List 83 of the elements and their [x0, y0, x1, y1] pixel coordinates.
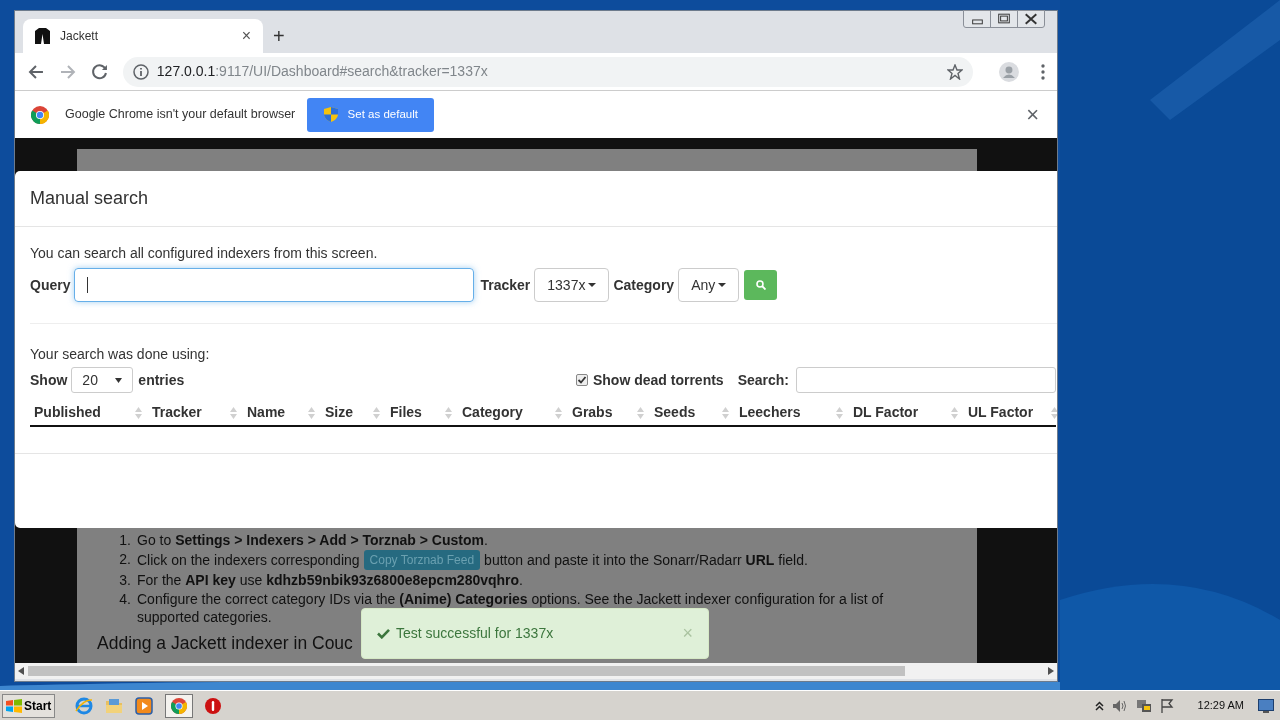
- sort-icon: [308, 406, 315, 419]
- sort-icon: [230, 406, 237, 419]
- reload-icon[interactable]: [90, 62, 109, 81]
- column-header[interactable]: Category: [458, 400, 568, 425]
- show-desktop-icon[interactable]: [1258, 698, 1274, 713]
- scroll-right-icon[interactable]: [1048, 667, 1054, 675]
- caret-icon: [718, 283, 727, 287]
- search-icon: [755, 280, 766, 290]
- infobar-close-button[interactable]: ×: [1026, 98, 1039, 131]
- shield-icon: [323, 107, 338, 122]
- sort-icon: [135, 406, 142, 419]
- column-header[interactable]: UL Factor: [964, 400, 1057, 425]
- column-header[interactable]: Grabs: [568, 400, 650, 425]
- column-header[interactable]: Name: [243, 400, 321, 425]
- scroll-left-icon[interactable]: [18, 667, 24, 675]
- sort-icon: [373, 406, 380, 419]
- step-text: button and paste it into the Sonarr/Radarr URL field.: [484, 551, 808, 569]
- sort-icon: [445, 406, 452, 419]
- dead-torrents-label: Show dead torrents: [592, 370, 724, 390]
- sort-icon: [836, 406, 843, 419]
- network-icon[interactable]: [1135, 697, 1152, 714]
- new-tab-button[interactable]: +: [273, 19, 285, 53]
- tracker-dropdown[interactable]: 1337x: [534, 268, 610, 302]
- sort-icon: [637, 406, 644, 419]
- column-header[interactable]: Published: [30, 400, 148, 425]
- star-icon[interactable]: [947, 63, 964, 80]
- caret-icon: [115, 377, 123, 383]
- address-bar[interactable]: 127.0.0.1:9117/UI/Dashboard#search&tracker=1337x: [122, 56, 974, 87]
- browser-tab[interactable]: Jackett ×: [23, 19, 263, 53]
- menu-icon[interactable]: [1041, 63, 1045, 80]
- sort-icon: [722, 406, 729, 419]
- chrome-taskbar-button[interactable]: [165, 693, 194, 718]
- tracker-label: Tracker: [480, 275, 531, 295]
- caret-icon: [588, 283, 597, 287]
- info-icon: [132, 63, 149, 80]
- sort-icon: [555, 406, 562, 419]
- set-default-button[interactable]: Set as default: [307, 97, 435, 132]
- chrome-logo-icon: [171, 697, 188, 714]
- category-dropdown[interactable]: Any: [678, 268, 740, 302]
- step-number: 4.: [118, 590, 131, 609]
- chrome-logo-icon: [31, 105, 49, 124]
- step-number: 3.: [118, 571, 131, 589]
- intro-text: You can search all configured indexers from this screen.: [30, 244, 379, 263]
- query-field[interactable]: [74, 268, 475, 302]
- step-number: 2.: [118, 550, 131, 569]
- search-info-text: Your search was done using:: [30, 345, 211, 364]
- media-player-icon[interactable]: [135, 696, 154, 715]
- profile-icon[interactable]: [999, 61, 1019, 82]
- category-label: Category: [613, 275, 675, 295]
- step-number: 1.: [118, 531, 131, 549]
- tab-title: Jackett: [60, 28, 99, 45]
- horizontal-scrollbar[interactable]: [15, 663, 1057, 679]
- show-label: Show: [30, 370, 68, 390]
- column-header[interactable]: DL Factor: [849, 400, 964, 425]
- modal-title: Manual search: [30, 187, 149, 210]
- step-text: Click on the indexers corresponding: [137, 551, 360, 569]
- check-icon: [377, 628, 390, 639]
- search-label: Search:: [737, 370, 789, 390]
- sort-icon: [1051, 406, 1057, 419]
- dead-torrents-checkbox[interactable]: [575, 374, 588, 386]
- clock[interactable]: 12:29 AM: [1197, 697, 1244, 714]
- step-text: Go to Settings > Indexers > Add > Torznab > Custom.: [137, 531, 489, 549]
- flag-icon[interactable]: [1159, 697, 1174, 714]
- query-label: Query: [30, 275, 71, 295]
- table-search-field[interactable]: [796, 367, 1056, 393]
- sort-icon: [951, 406, 958, 419]
- column-header[interactable]: Seeds: [650, 400, 735, 425]
- infobar-message: Google Chrome isn't your default browser: [65, 106, 296, 124]
- toast-message: Test successful for 1337x: [396, 624, 555, 643]
- column-header[interactable]: Files: [386, 400, 458, 425]
- tab-close-button[interactable]: ×: [241, 24, 251, 48]
- column-header[interactable]: Leechers: [735, 400, 849, 425]
- entries-select[interactable]: 20: [71, 367, 134, 393]
- step-text: For the API key use kdhzb59nbik93z6800e8epcm280vqhro.: [137, 571, 524, 589]
- speaker-icon[interactable]: [1111, 698, 1128, 713]
- column-header[interactable]: Tracker: [148, 400, 243, 425]
- start-button[interactable]: Start: [2, 693, 56, 718]
- column-header[interactable]: Size: [321, 400, 386, 425]
- chevron-up-icon[interactable]: [1094, 700, 1104, 711]
- url-text: 127.0.0.1:9117/UI/Dashboard#search&tracker=1337x: [156, 62, 489, 81]
- windows-logo-icon: [6, 698, 22, 713]
- section-heading: Adding a Jackett indexer in Couc: [97, 632, 353, 654]
- entries-label: entries: [138, 370, 185, 390]
